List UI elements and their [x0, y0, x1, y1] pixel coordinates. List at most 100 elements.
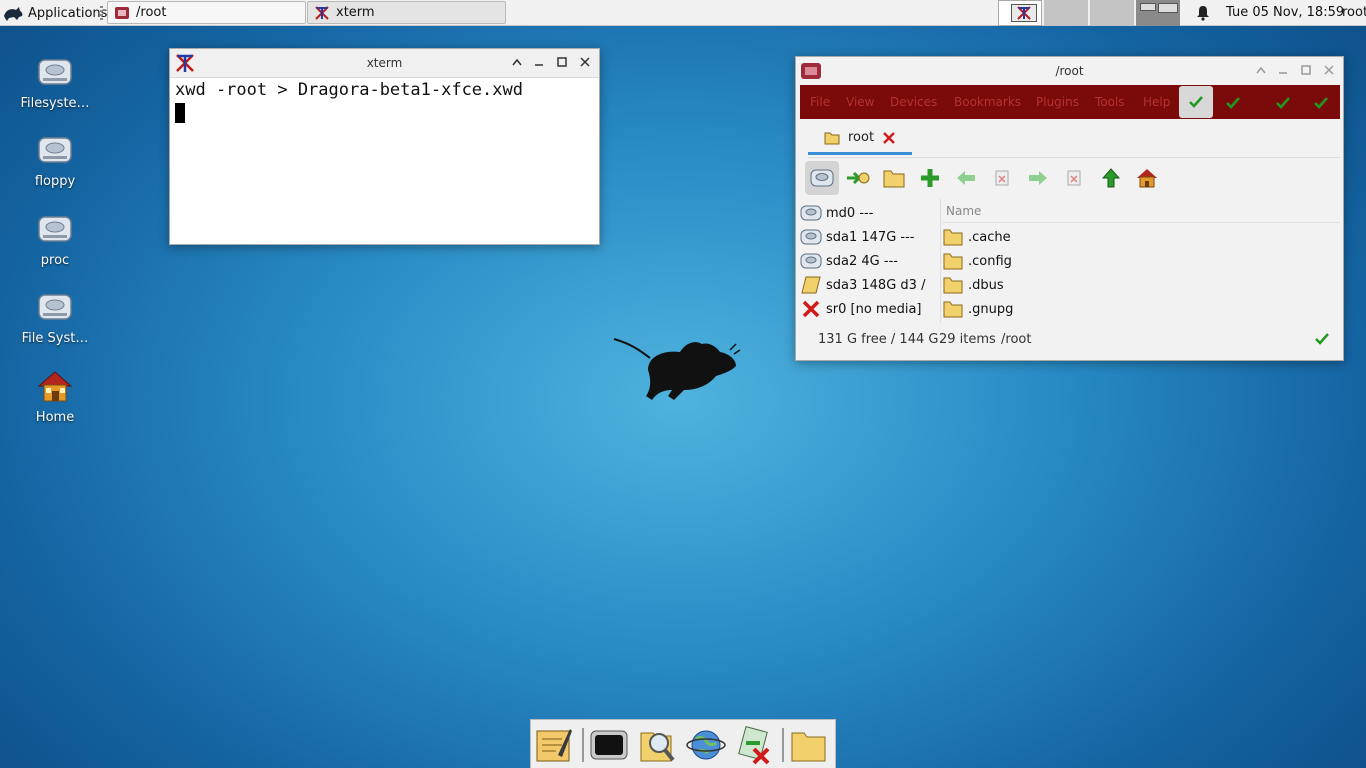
workspace-pager: [998, 0, 1182, 26]
workspace-2[interactable]: [1044, 0, 1088, 26]
bottom-dock: [530, 719, 836, 768]
menu-plugins[interactable]: Plugins: [1036, 95, 1079, 109]
plus-icon: [921, 169, 939, 187]
terminal-cursor: [175, 103, 185, 123]
minimize-button[interactable]: [532, 55, 546, 69]
menu-view[interactable]: View: [846, 95, 874, 109]
terminal-icon: [590, 730, 628, 760]
file-row[interactable]: .config: [942, 249, 1012, 273]
home-button[interactable]: [1130, 161, 1164, 195]
xterm-titlebar[interactable]: xterm: [170, 49, 599, 78]
terminal-line: xwd -root > Dragora-beta1-xfce.xwd: [175, 80, 523, 100]
minimize-button[interactable]: [1276, 63, 1290, 77]
file-manager-icon: [115, 6, 129, 19]
taskbar-item-root[interactable]: /root: [107, 1, 306, 24]
dock-web-browser[interactable]: [684, 723, 728, 767]
menu-devices[interactable]: Devices: [890, 95, 937, 109]
file-manager-titlebar[interactable]: /root: [796, 57, 1343, 85]
dock-file-manager[interactable]: [787, 723, 831, 767]
workspace-1[interactable]: [998, 0, 1042, 26]
forward-button[interactable]: [1021, 161, 1055, 195]
dock-search[interactable]: [635, 723, 679, 767]
maximize-button[interactable]: [555, 55, 569, 69]
text-editor-icon: [536, 729, 572, 762]
hard-drive-icon: [35, 52, 75, 92]
menu-file[interactable]: File: [810, 95, 830, 109]
home-icon: [1137, 169, 1157, 188]
device-item[interactable]: sda3 148G d3 /: [800, 274, 925, 296]
new-tab-button[interactable]: [913, 161, 947, 195]
taskbar-item-xterm[interactable]: xterm: [307, 1, 506, 24]
hard-drive-icon: [35, 287, 75, 327]
goto-button[interactable]: [841, 161, 875, 195]
dock-terminal[interactable]: [587, 723, 631, 767]
check-icon[interactable]: [1268, 91, 1298, 115]
applications-label: Applications: [28, 5, 108, 21]
shade-button[interactable]: [510, 55, 524, 69]
column-header-name[interactable]: Name: [942, 199, 1340, 223]
hard-drive-icon: [800, 229, 822, 245]
device-item[interactable]: md0 ---: [800, 202, 873, 224]
shade-button[interactable]: [1254, 63, 1268, 77]
menu-bookmarks[interactable]: Bookmarks: [954, 95, 1021, 109]
menu-bar: File View Devices Bookmarks Plugins Tool…: [800, 85, 1340, 119]
file-row[interactable]: .cache: [942, 225, 1011, 249]
taskbar-item-label: xterm: [336, 5, 375, 20]
file-manager-window: /root File View Devices Bookmarks Plugin…: [795, 56, 1344, 361]
terminal-area[interactable]: xwd -root > Dragora-beta1-xfce.xwd: [170, 78, 599, 244]
device-item[interactable]: sda1 147G ---: [800, 226, 915, 248]
history-icon: [1067, 170, 1081, 186]
mounted-drive-icon: [801, 276, 821, 294]
devices-toggle-button[interactable]: [805, 161, 839, 195]
status-free-space: 131 G free / 144 G: [818, 332, 939, 347]
file-row[interactable]: .gnupg: [942, 297, 1013, 321]
pane-divider[interactable]: [940, 199, 941, 323]
desktop-icon-label: Home: [35, 410, 75, 425]
desktop-icon-floppy[interactable]: floppy: [10, 130, 100, 189]
check-icon[interactable]: [1179, 86, 1213, 118]
tab-root[interactable]: root: [808, 123, 912, 155]
hard-drive-icon: [810, 169, 834, 187]
forward-history-button[interactable]: [1057, 161, 1091, 195]
folder-icon: [943, 277, 963, 294]
workspace-3[interactable]: [1090, 0, 1134, 26]
back-history-button[interactable]: [985, 161, 1019, 195]
device-item[interactable]: sda2 4G ---: [800, 250, 898, 272]
unmount-icon: [738, 726, 770, 765]
status-item-count: 29 items: [939, 332, 996, 347]
close-button[interactable]: [1322, 63, 1336, 77]
status-path: /root: [1001, 332, 1032, 347]
dock-text-editor[interactable]: [532, 723, 576, 767]
device-item[interactable]: sr0 [no media]: [800, 298, 921, 320]
device-label: sda3 148G d3 /: [826, 277, 926, 293]
folder-icon: [943, 301, 963, 318]
close-tab-icon[interactable]: [882, 131, 896, 145]
close-button[interactable]: [578, 55, 592, 69]
panel-clock[interactable]: Tue 05 Nov, 18:59: [1226, 5, 1344, 20]
workspace-4[interactable]: [1136, 0, 1180, 26]
desktop-icon-home[interactable]: Home: [10, 366, 100, 425]
menu-help[interactable]: Help: [1143, 95, 1170, 109]
open-folder-button[interactable]: [877, 161, 911, 195]
back-button[interactable]: [949, 161, 983, 195]
desktop-icon-file-system[interactable]: File Syst…: [10, 287, 100, 346]
panel-user[interactable]: root: [1342, 5, 1366, 20]
dock-unmount[interactable]: [732, 723, 776, 767]
desktop-icon-label: Filesyste…: [20, 96, 90, 111]
file-name: .gnupg: [968, 301, 1014, 317]
back-arrow-icon: [957, 171, 975, 185]
desktop-icon-label: proc: [40, 253, 70, 268]
check-icon[interactable]: [1306, 91, 1336, 115]
check-icon[interactable]: [1218, 91, 1248, 115]
maximize-button[interactable]: [1299, 63, 1313, 77]
desktop-icon-proc[interactable]: proc: [10, 209, 100, 268]
menu-tools[interactable]: Tools: [1095, 95, 1125, 109]
up-button[interactable]: [1094, 161, 1128, 195]
applications-menu-button[interactable]: Applications: [2, 2, 107, 24]
desktop-icon-filesystem[interactable]: Filesyste…: [10, 52, 100, 111]
xterm-icon: [1011, 4, 1037, 22]
notification-bell-icon[interactable]: [1196, 5, 1210, 25]
toolbar: [800, 159, 1340, 197]
hard-drive-icon: [35, 130, 75, 170]
file-row[interactable]: .dbus: [942, 273, 1004, 297]
